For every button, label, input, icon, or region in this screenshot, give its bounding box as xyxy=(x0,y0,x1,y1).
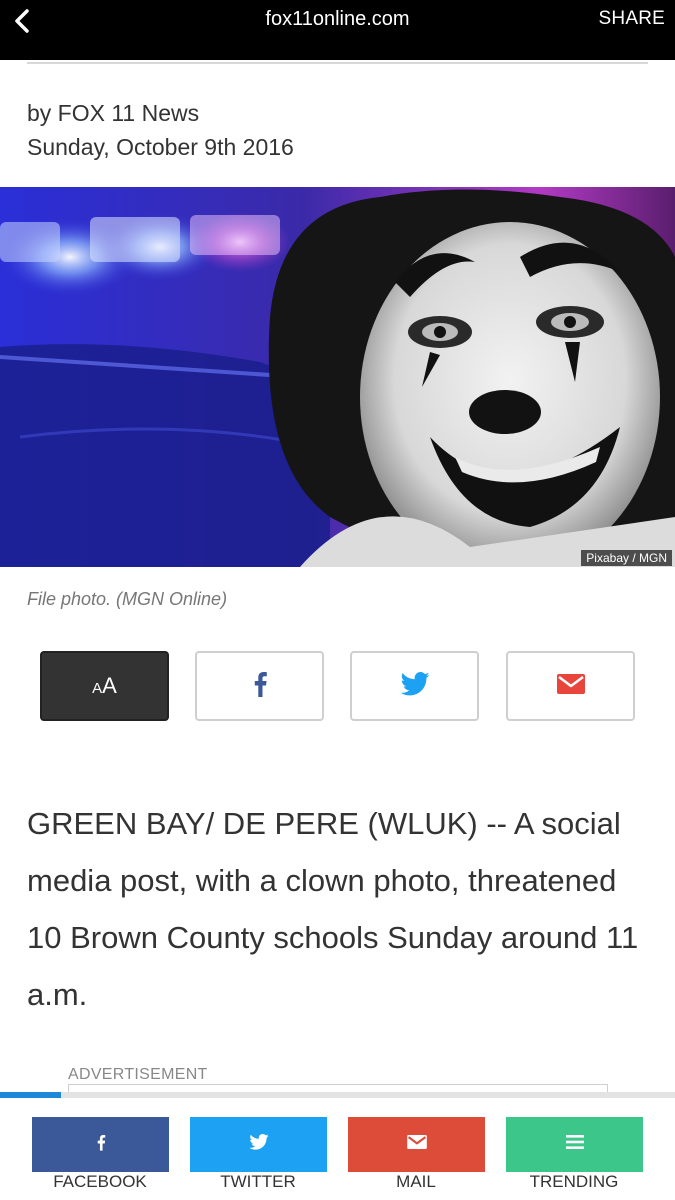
bottom-mail-button[interactable] xyxy=(348,1117,485,1172)
facebook-icon xyxy=(96,1134,106,1156)
facebook-icon xyxy=(252,671,268,702)
author-byline: by FOX 11 News xyxy=(27,100,200,126)
byline-block: by FOX 11 News Sunday, October 9th 2016 xyxy=(27,96,294,164)
twitter-icon xyxy=(248,1134,269,1155)
site-domain: fox11online.com xyxy=(265,8,410,30)
share-twitter-button[interactable] xyxy=(350,651,479,721)
font-size-button[interactable]: AA xyxy=(40,651,169,721)
mail-icon xyxy=(556,673,585,699)
bottom-facebook-button[interactable] xyxy=(32,1117,169,1172)
divider xyxy=(27,62,648,64)
bottom-facebook-label[interactable]: FACEBOOK xyxy=(20,1172,180,1192)
image-credit: Pixabay / MGN xyxy=(581,550,672,566)
advertisement-label: ADVERTISEMENT xyxy=(68,1066,208,1083)
share-mail-button[interactable] xyxy=(506,651,635,721)
publish-date: Sunday, October 9th 2016 xyxy=(27,134,294,160)
hero-image[interactable]: Pixabay / MGN xyxy=(0,187,675,567)
menu-lines-icon xyxy=(565,1135,584,1154)
share-toolbar: AA xyxy=(40,651,636,721)
article-body: GREEN BAY/ DE PERE (WLUK) -- A social me… xyxy=(27,806,639,1012)
twitter-icon xyxy=(400,671,430,701)
share-facebook-button[interactable] xyxy=(195,651,324,721)
bottom-twitter-button[interactable] xyxy=(190,1117,327,1172)
bottom-mail-label[interactable]: MAIL xyxy=(336,1172,496,1192)
image-caption: File photo. (MGN Online) xyxy=(27,589,228,609)
bottom-trending-label[interactable]: TRENDING xyxy=(494,1172,654,1192)
bottom-twitter-label[interactable]: TWITTER xyxy=(178,1172,338,1192)
share-link[interactable]: SHARE xyxy=(599,8,665,30)
bottom-trending-button[interactable] xyxy=(506,1117,643,1172)
top-bar: fox11online.com SHARE xyxy=(0,0,675,60)
font-size-icon: AA xyxy=(92,673,117,698)
mail-icon xyxy=(406,1135,427,1154)
